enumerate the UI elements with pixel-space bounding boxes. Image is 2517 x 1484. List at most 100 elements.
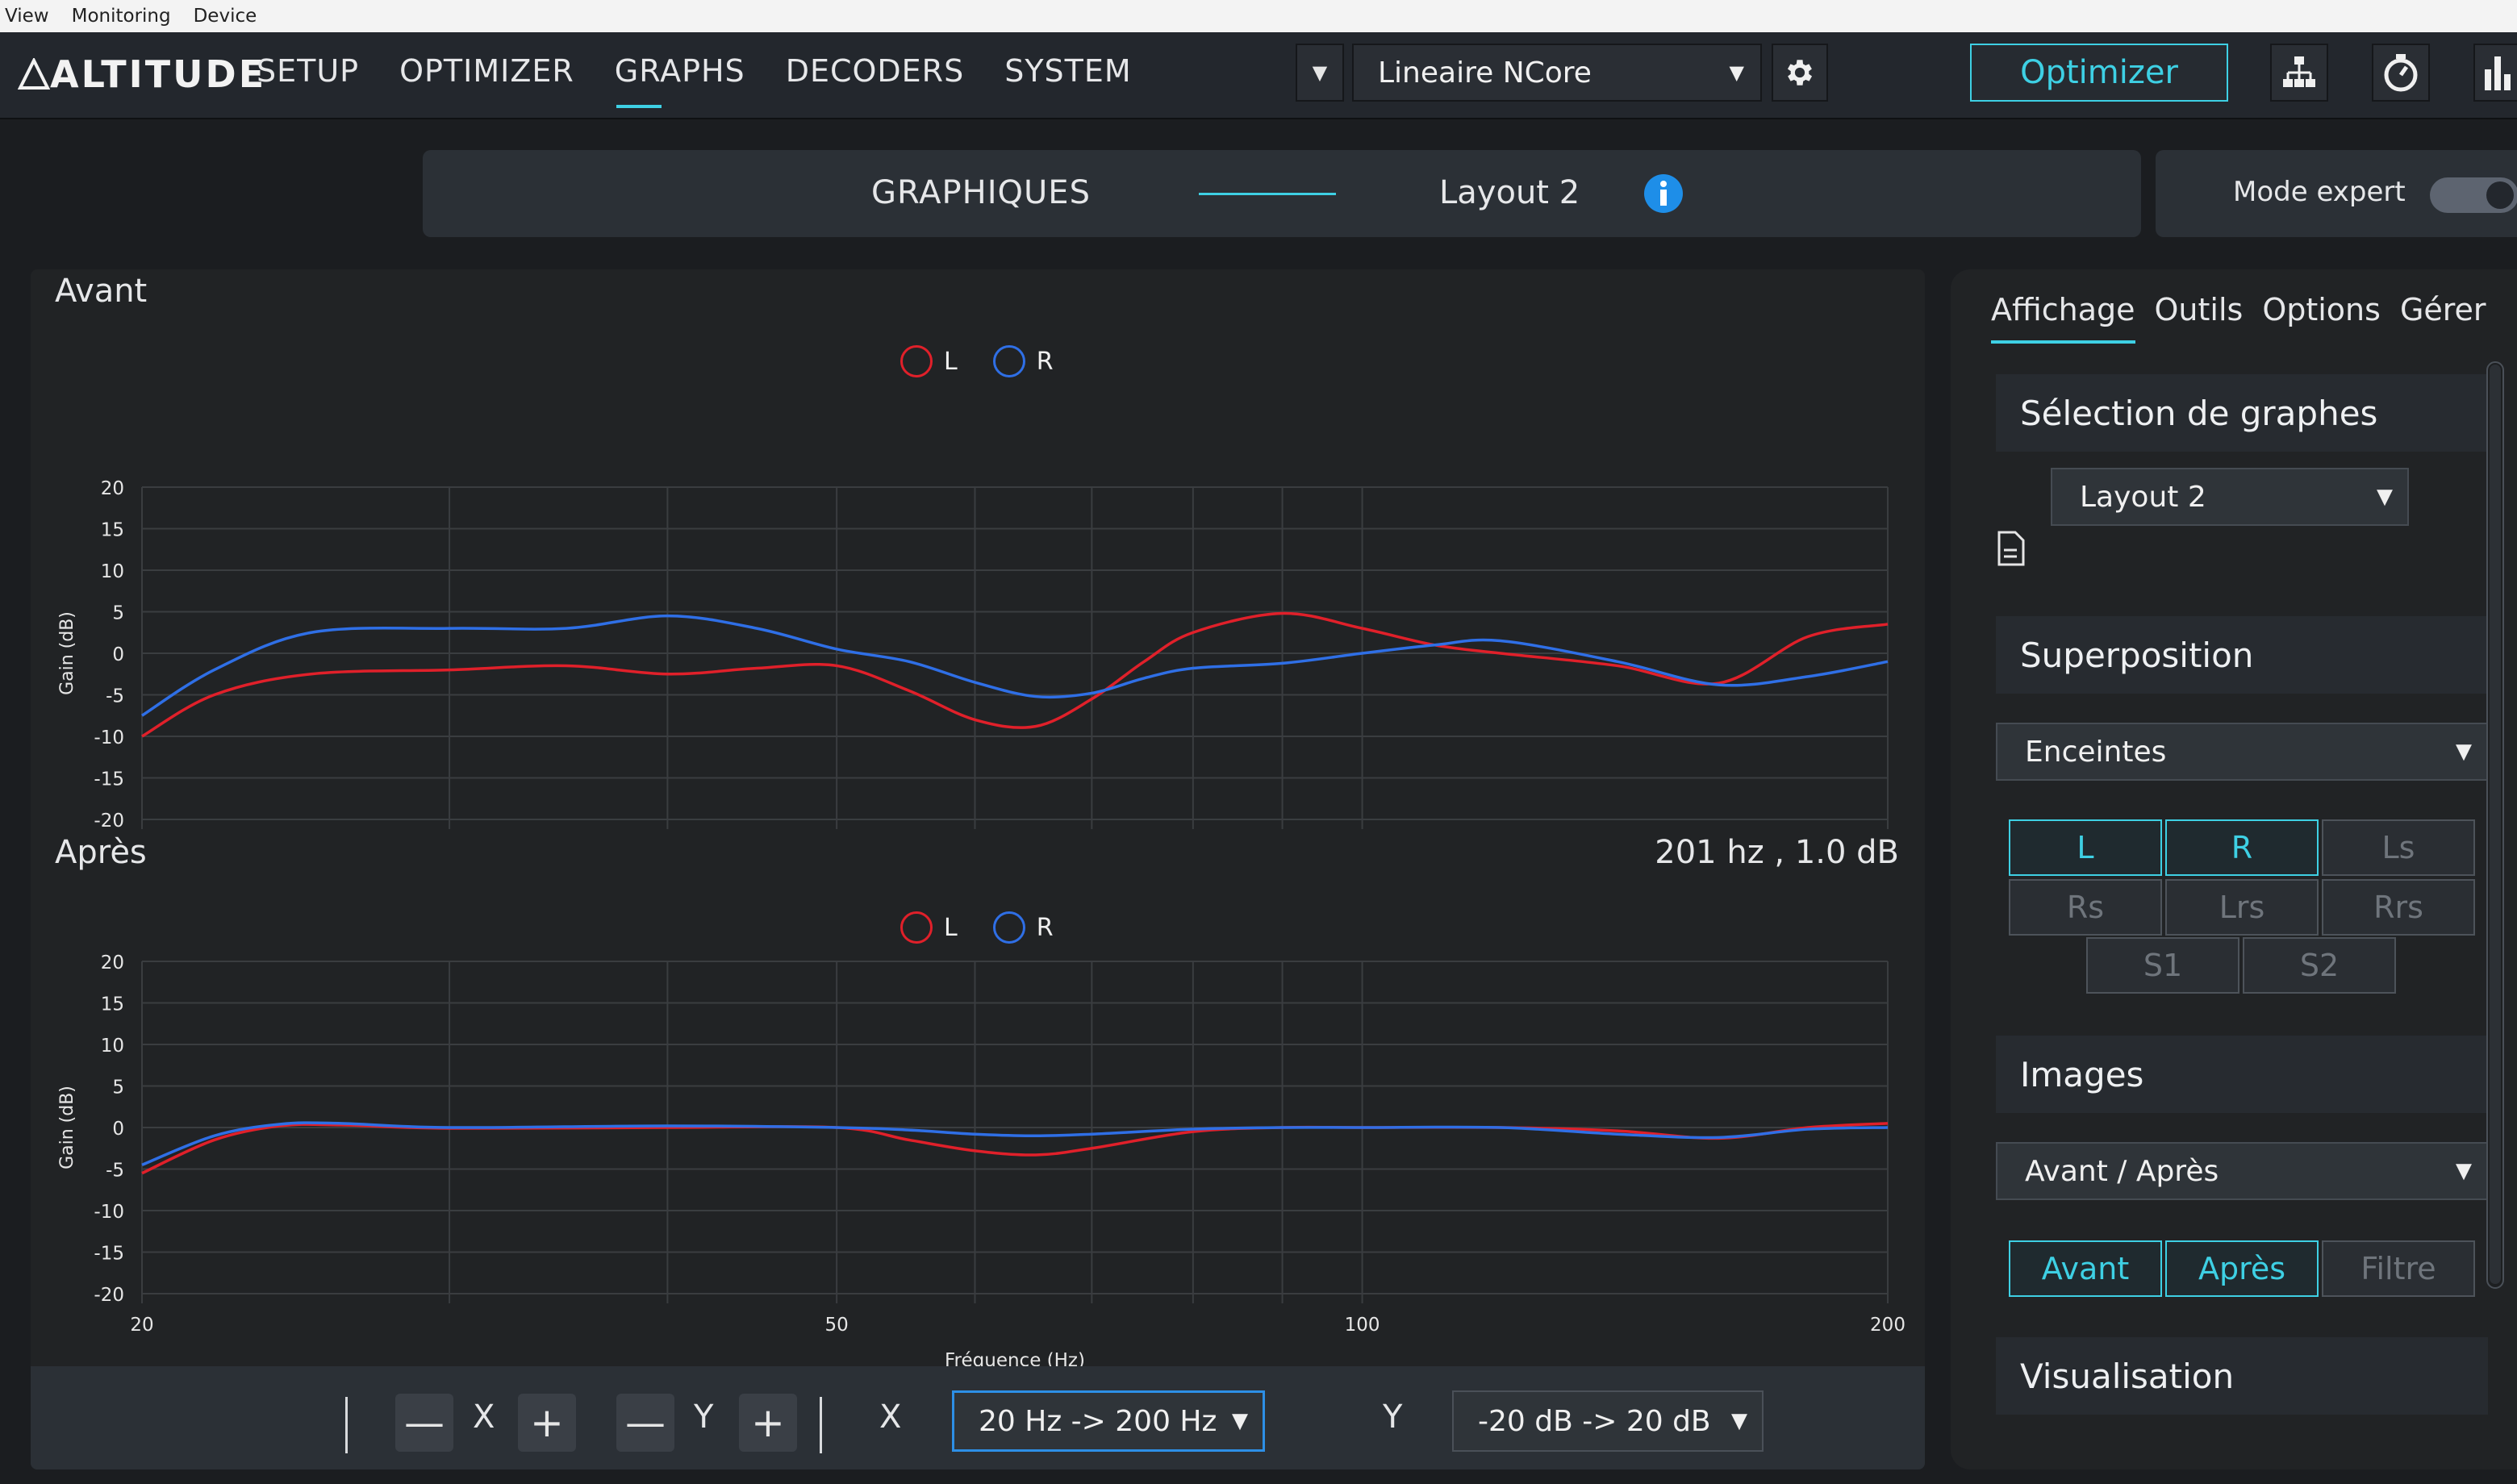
y-tick-label: -20 [94, 811, 124, 832]
nav-decoders[interactable]: DECODERS [786, 53, 965, 97]
y-tick-label: -5 [106, 686, 124, 707]
y-tick-label: 15 [101, 994, 124, 1015]
y-zoom-out-button[interactable]: — [616, 1394, 674, 1452]
settings-button[interactable] [1772, 44, 1828, 102]
section-images: Images [1996, 1036, 2488, 1113]
preset-menu-button[interactable]: ▼ [1296, 44, 1344, 102]
separator [820, 1397, 822, 1453]
timer-button[interactable] [2372, 44, 2430, 102]
nav-system[interactable]: SYSTEM [1004, 53, 1131, 97]
separator [345, 1397, 348, 1453]
caret-down-icon: ▼ [1729, 61, 1744, 84]
y-tick-label: 10 [101, 561, 124, 582]
y-tick-label: 20 [101, 953, 124, 973]
menu-view[interactable]: View [5, 6, 49, 27]
gear-icon [1787, 60, 1813, 85]
tab-gerer[interactable]: Gérer [2400, 292, 2486, 344]
x-zoom-out-button[interactable]: — [395, 1394, 453, 1452]
plus-icon: + [751, 1399, 785, 1446]
series-line-r [141, 1121, 1889, 1166]
network-button[interactable] [2270, 44, 2328, 102]
nav-optimizer[interactable]: OPTIMIZER [399, 53, 574, 97]
caret-down-icon: ▼ [1312, 61, 1328, 84]
expert-mode-toggle[interactable] [2430, 177, 2517, 213]
y-axis-label: Gain (dB) [57, 1086, 77, 1169]
side-scrollbar[interactable] [2486, 361, 2504, 1289]
altitude-logo: ALTITUDE [18, 50, 266, 98]
caret-down-icon: ▼ [2377, 485, 2393, 509]
y-tick-label: 10 [101, 1036, 124, 1057]
menu-monitoring[interactable]: Monitoring [72, 6, 171, 27]
nav-setup[interactable]: SETUP [257, 53, 359, 97]
y-zoom-in-button[interactable]: + [739, 1394, 797, 1452]
y-range-value: -20 dB -> 20 dB [1478, 1404, 1711, 1438]
x-tick-label: 50 [825, 1315, 849, 1336]
section-superposition: Superposition [1996, 616, 2488, 694]
x-zoom-in-button[interactable]: + [518, 1394, 576, 1452]
bar-chart-icon [2485, 56, 2511, 90]
image-chip-avant[interactable]: Avant [2009, 1240, 2162, 1297]
chart-apres[interactable]: 20151050-5-10-15-2020 50 100 200Fréquence (… [31, 934, 1925, 1366]
section-visualisation: Visualisation [1996, 1337, 2488, 1415]
speaker-chip-rs[interactable]: Rs [2009, 879, 2162, 936]
nav-graphs[interactable]: GRAPHS [615, 53, 745, 108]
tab-options[interactable]: Options [2262, 292, 2381, 344]
speaker-chip-lrs[interactable]: Lrs [2165, 879, 2319, 936]
page-title: GRAPHIQUES [871, 174, 1091, 211]
speaker-chip-ls[interactable]: Ls [2322, 819, 2475, 876]
y-tick-label: 5 [112, 1078, 124, 1098]
x-range-select[interactable]: 20 Hz -> 200 Hz ▼ [952, 1390, 1265, 1452]
chart-avant[interactable]: 20151050-5-10-15-202050100200Fréquence (… [31, 366, 1925, 834]
save-layout-icon[interactable] [1996, 529, 2028, 568]
image-chip-apres[interactable]: Après [2165, 1240, 2319, 1297]
superposition-select[interactable]: Enceintes ▼ [1996, 723, 2488, 781]
caret-down-icon: ▼ [2456, 740, 2472, 764]
section-graph-selection: Sélection de graphes [1996, 374, 2488, 452]
levels-button[interactable] [2473, 44, 2517, 102]
chart-title-apres: Après [55, 834, 147, 871]
series-line-l [141, 611, 1889, 738]
graph-layout-value: Layout 2 [2080, 480, 2206, 514]
caret-down-icon: ▼ [1731, 1409, 1747, 1433]
preset-select[interactable]: Lineaire NCore ▼ [1352, 44, 1762, 102]
tab-outils[interactable]: Outils [2155, 292, 2244, 344]
speaker-chip-s2[interactable]: S2 [2243, 937, 2396, 994]
network-tree-icon [2283, 56, 2315, 87]
x-tick-label: 200 [1870, 1315, 1905, 1336]
graph-layout-select[interactable]: Layout 2 ▼ [2051, 468, 2409, 526]
speaker-chip-l[interactable]: L [2009, 819, 2162, 876]
y-tick-label: -10 [94, 727, 124, 748]
side-panel: Affichage Outils Options Gérer Sélection… [1951, 269, 2517, 1469]
minus-icon: — [625, 1399, 666, 1446]
y-tick-label: 0 [112, 644, 124, 665]
y-axis-label: Gain (dB) [57, 611, 77, 695]
stopwatch-icon [2384, 54, 2418, 92]
y-tick-label: 0 [112, 1119, 124, 1140]
speaker-chip-s1[interactable]: S1 [2086, 937, 2239, 994]
y-range-select[interactable]: -20 dB -> 20 dB ▼ [1452, 1390, 1764, 1452]
title-divider [1199, 193, 1336, 195]
logo-triangle-icon [18, 58, 50, 90]
y-zoom-label: Y [694, 1399, 714, 1436]
image-chip-filtre[interactable]: Filtre [2322, 1240, 2475, 1297]
y-tick-label: -10 [94, 1202, 124, 1223]
expert-mode-panel: Mode expert [2156, 150, 2517, 237]
layout-name: Layout 2 [1439, 174, 1580, 211]
optimizer-button[interactable]: Optimizer [1970, 44, 2228, 102]
x-axis-label: Fréquence (Hz) [945, 1350, 1085, 1366]
images-select[interactable]: Avant / Après ▼ [1996, 1142, 2488, 1200]
scrollbar-thumb[interactable] [2490, 365, 2501, 1284]
speaker-chip-rrs[interactable]: Rrs [2322, 879, 2475, 936]
x-range-label: X [879, 1399, 902, 1436]
top-bar: ALTITUDE SETUP OPTIMIZER GRAPHS DECODERS… [0, 32, 2517, 119]
page-title-bar: GRAPHIQUES Layout 2 [423, 150, 2141, 237]
y-range-label: Y [1383, 1399, 1403, 1436]
side-tabs: Affichage Outils Options Gérer [1991, 292, 2486, 344]
logo-text: ALTITUDE [50, 52, 267, 96]
series-line-r [141, 614, 1889, 717]
menu-device[interactable]: Device [194, 6, 257, 27]
tab-affichage[interactable]: Affichage [1991, 292, 2135, 344]
speaker-chip-r[interactable]: R [2165, 819, 2319, 876]
info-icon[interactable] [1643, 173, 1684, 215]
cursor-readout: 201 hz , 1.0 dB [1655, 834, 1899, 871]
